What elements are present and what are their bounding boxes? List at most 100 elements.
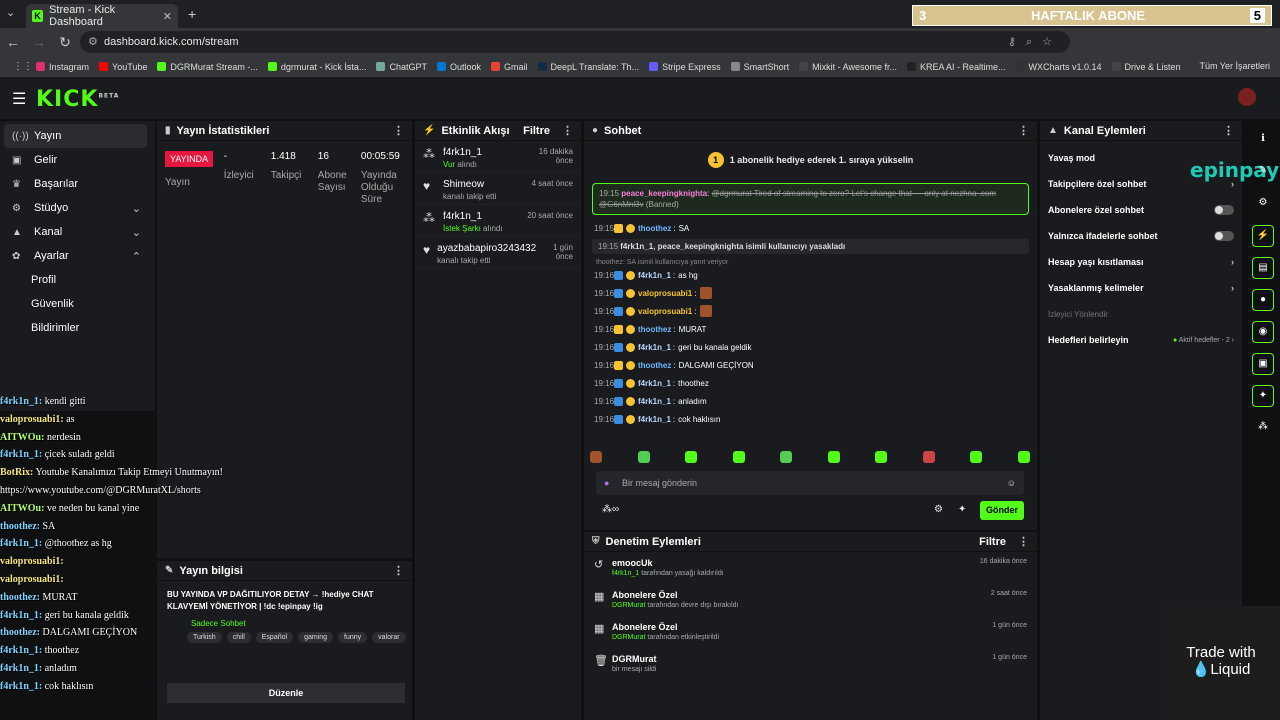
emotes-only[interactable]: Yalnızca ifadelerle sohbet	[1040, 223, 1242, 249]
msg-user[interactable]: valoprosuabi1	[638, 307, 692, 316]
stream-tag[interactable]: funny	[338, 632, 368, 643]
forward-icon[interactable]: →	[26, 34, 52, 50]
msg-user[interactable]: f4rk1n_1	[638, 415, 671, 424]
bookmark[interactable]: Instagram	[36, 62, 89, 72]
sidebar-item-stream[interactable]: ((·)) Yayın	[4, 124, 147, 148]
all-bookmarks[interactable]: Tüm Yer İşaretleri	[1199, 61, 1270, 71]
more-icon[interactable]: ⋮	[1018, 124, 1029, 137]
sidebar-item-studio[interactable]: ⚙ Stüdyo ⌄	[0, 196, 155, 220]
more-icon[interactable]: ⋮	[562, 124, 573, 137]
sidebar-sub-security[interactable]: Güvenlik	[0, 292, 155, 316]
emote-icon[interactable]	[1017, 451, 1030, 463]
chat-bubble-icon[interactable]: ●	[1252, 289, 1274, 311]
kick-points-icon[interactable]: ⁂	[1252, 417, 1274, 439]
stream-tag[interactable]: chill	[226, 632, 251, 643]
msg-user[interactable]: valoprosuabi1	[638, 289, 692, 298]
apps-icon[interactable]: ⋮⋮	[10, 61, 36, 72]
bookmark[interactable]: ChatGPT	[376, 62, 427, 72]
send-button[interactable]: Gönder	[980, 501, 1024, 520]
list-icon[interactable]: ▤	[1252, 257, 1274, 279]
stream-tag[interactable]: Español	[255, 632, 294, 643]
emote-icon[interactable]	[970, 451, 983, 463]
filter-button[interactable]: Filtre	[523, 125, 550, 137]
pencil-icon[interactable]: ✎	[1252, 161, 1274, 183]
emotes-only-toggle[interactable]	[1214, 231, 1234, 241]
sidebar-item-settings[interactable]: ✿ Ayarlar ⌃	[0, 244, 155, 268]
event-user[interactable]: Shimeow	[443, 179, 496, 190]
bookmark[interactable]: DGRMurat Stream -...	[157, 62, 258, 72]
avatar[interactable]	[1238, 88, 1256, 106]
more-icon[interactable]: ⋮	[1223, 124, 1234, 137]
broadcast-icon[interactable]: ◉	[1252, 321, 1274, 343]
url-actions-icon[interactable]: ⚷⌕☆	[1008, 35, 1062, 49]
emote-icon[interactable]	[922, 451, 935, 463]
settings-icon[interactable]: ⚙	[1252, 193, 1274, 215]
event-user[interactable]: ayazbabapiro3243432	[437, 243, 536, 254]
msg-user[interactable]: thoothez	[638, 224, 671, 233]
reload-icon[interactable]: ↻	[52, 34, 78, 51]
sidebar-sub-notifications[interactable]: Bildirimler	[0, 316, 155, 340]
msg-user[interactable]: f4rk1n_1	[638, 397, 671, 406]
bookmark[interactable]: SmartShort	[730, 62, 789, 72]
site-info-icon[interactable]: ⚙	[88, 35, 98, 48]
bookmark[interactable]: WXCharts v1.0.14	[1015, 62, 1102, 72]
sidebar-item-revenue[interactable]: ▣ Gelir	[0, 148, 155, 172]
account-age[interactable]: Hesap yaşı kısıtlaması ›	[1040, 249, 1242, 275]
more-icon[interactable]: ⋮	[1018, 535, 1029, 548]
wrench-icon[interactable]: ✦	[1252, 385, 1274, 407]
bookmark[interactable]: DeepL Translate: Th...	[537, 62, 639, 72]
emote-icon[interactable]	[827, 451, 840, 463]
set-goals[interactable]: Hedefleri belirleyin ● Aktif hedefler - 2…	[1040, 327, 1242, 353]
close-tab-icon[interactable]: ✕	[163, 10, 172, 23]
msg-user[interactable]: f4rk1n_1	[638, 343, 671, 352]
filter-button[interactable]: Filtre	[979, 536, 1006, 548]
info-icon[interactable]: ℹ	[1252, 129, 1274, 151]
msg-user[interactable]: f4rk1n_1	[638, 379, 671, 388]
bookmark[interactable]: Gmail	[491, 62, 528, 72]
msg-user[interactable]: thoothez	[638, 361, 671, 370]
bookmark[interactable]: Outlook	[436, 62, 481, 72]
gear-icon[interactable]: ⚙	[934, 504, 943, 515]
msg-user[interactable]: peace_keepingknighta	[621, 189, 707, 198]
kick-points-icon[interactable]: ⁂∞	[602, 504, 619, 515]
subs-only[interactable]: Abonelere özel sohbet	[1040, 197, 1242, 223]
edit-button[interactable]: Düzenle	[167, 683, 405, 703]
sidebar-item-achievements[interactable]: ♛ Başarılar	[0, 172, 155, 196]
emoji-icon[interactable]: ☺	[1007, 478, 1016, 488]
sidebar-item-channel[interactable]: ▲ Kanal ⌄	[0, 220, 155, 244]
bookmark[interactable]: Stripe Express	[649, 62, 721, 72]
kick-logo[interactable]: KICKBETA	[36, 87, 119, 112]
browser-tab[interactable]: K Stream - Kick Dashboard ✕	[26, 4, 178, 28]
bookmark[interactable]: Drive & Listen	[1111, 62, 1181, 72]
gift-icon[interactable]: ✦	[958, 504, 966, 515]
more-icon[interactable]: ⋮	[393, 564, 404, 577]
emote-icon[interactable]	[875, 451, 888, 463]
back-icon[interactable]: ←	[0, 34, 26, 50]
bookmark[interactable]: KREA AI - Realtime...	[906, 62, 1006, 72]
bookmark[interactable]: Mixkit - Awesome fr...	[799, 62, 897, 72]
emote-icon[interactable]	[780, 451, 793, 463]
tab-search-icon[interactable]: ⌄	[6, 6, 15, 19]
chat-input[interactable]: ● Bir mesaj gönderin ☺	[596, 471, 1024, 495]
msg-user[interactable]: thoothez	[638, 325, 671, 334]
banned-words[interactable]: Yasaklanmış kelimeler ›	[1040, 275, 1242, 301]
emote-icon[interactable]	[637, 451, 650, 463]
subs-only-toggle[interactable]	[1214, 205, 1234, 215]
menu-icon[interactable]: ☰	[12, 89, 26, 109]
bolt-icon[interactable]: ⚡	[1252, 225, 1274, 247]
emote-icon[interactable]	[685, 451, 698, 463]
video-icon[interactable]: ▣	[1252, 353, 1274, 375]
emote-icon[interactable]	[590, 451, 602, 463]
emote-icon[interactable]	[732, 451, 745, 463]
msg-user[interactable]: f4rk1n_1	[638, 271, 671, 280]
stream-tag[interactable]: valorar	[372, 632, 406, 643]
stream-tag[interactable]: gaming	[298, 632, 334, 643]
event-user[interactable]: f4rk1n_1	[443, 211, 503, 222]
event-user[interactable]: f4rk1n_1	[443, 147, 482, 158]
bookmark[interactable]: YouTube	[99, 62, 147, 72]
more-icon[interactable]: ⋮	[393, 124, 404, 137]
url-bar[interactable]: ⚙ dashboard.kick.com/stream ⚷⌕☆	[80, 31, 1070, 53]
bookmark[interactable]: dgrmurat - Kick İsta...	[267, 62, 366, 72]
sidebar-sub-profile[interactable]: Profil	[0, 268, 155, 292]
new-tab-icon[interactable]: +	[188, 6, 196, 22]
